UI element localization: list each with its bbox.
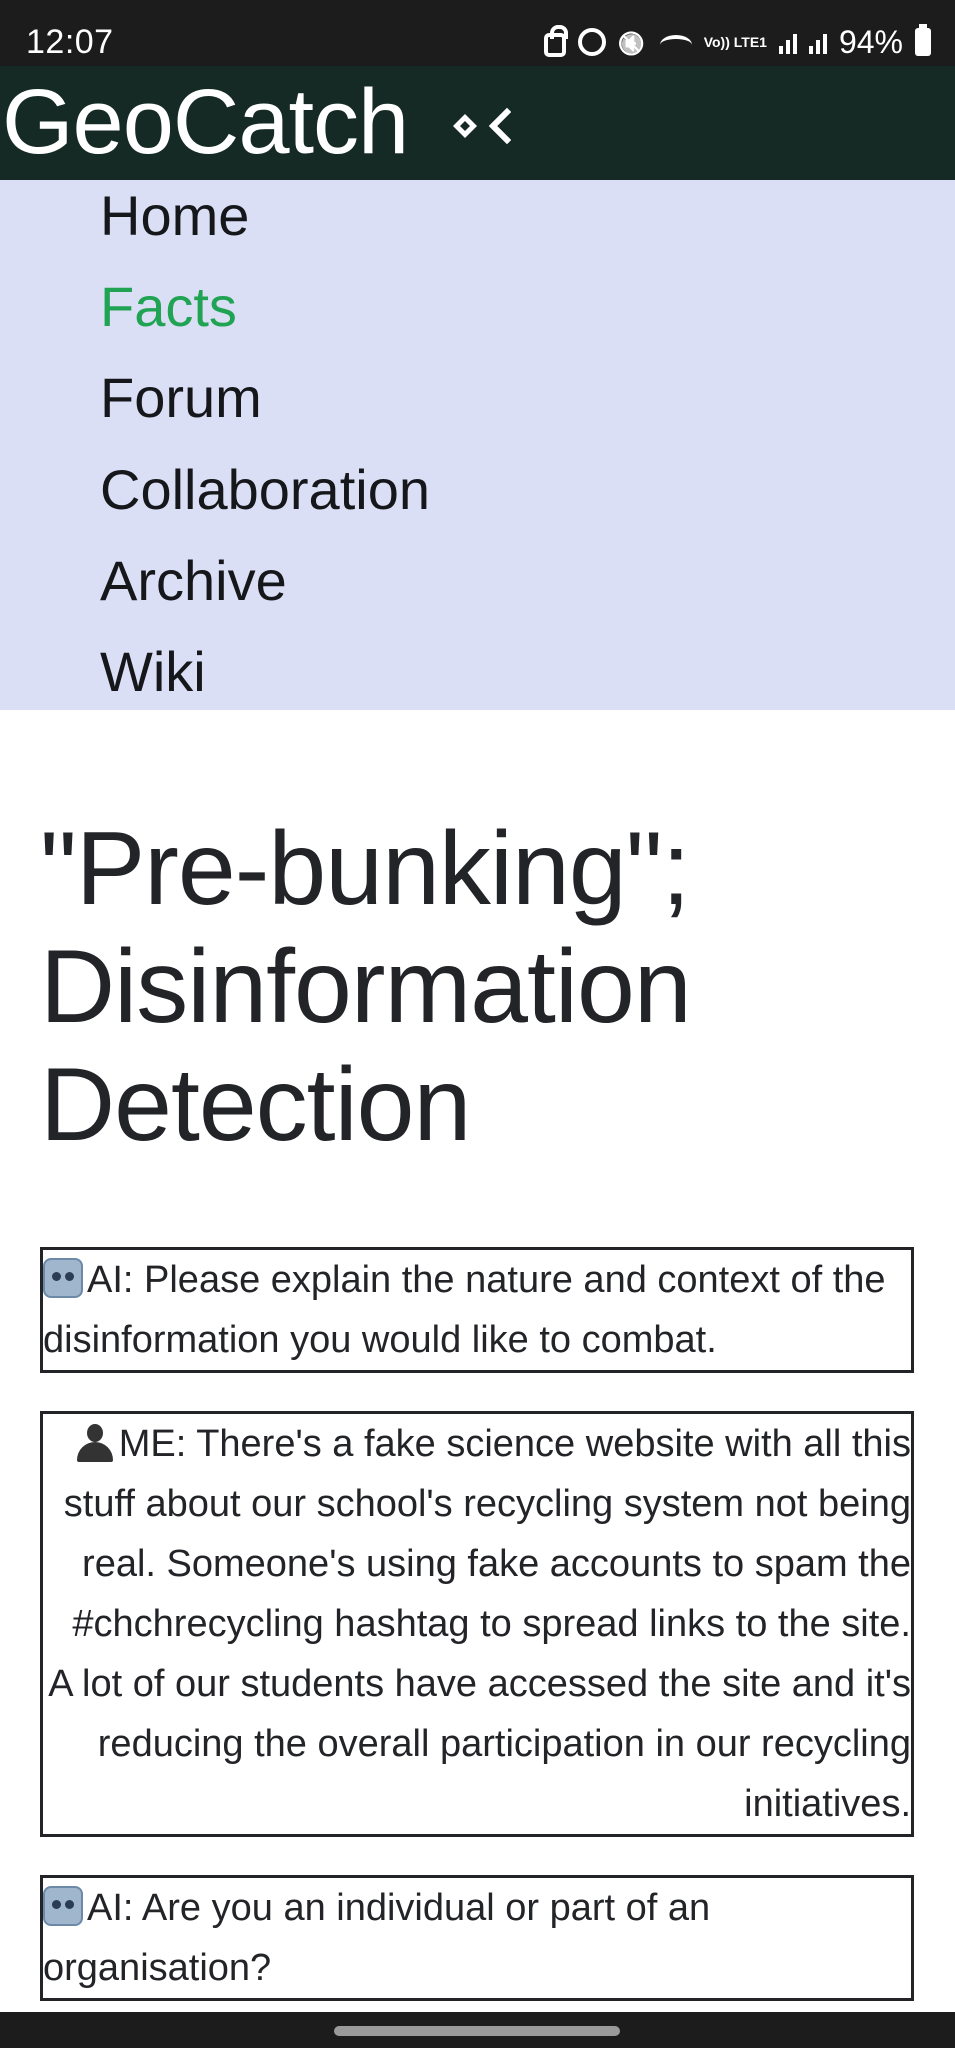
chat-message-ai: AI: Are you an individual or part of an … — [40, 1875, 914, 2001]
lock-icon — [543, 25, 568, 57]
message-text: AI: Please explain the nature and contex… — [43, 1259, 886, 1361]
status-time: 12:07 — [26, 23, 114, 61]
battery-percent: 94% — [838, 24, 903, 60]
battery-icon — [915, 24, 931, 56]
person-icon — [75, 1422, 115, 1462]
site-title[interactable]: GeoCatch — [2, 70, 409, 174]
home-gesture-handle[interactable] — [334, 2026, 620, 2036]
nav-item-facts[interactable]: Facts — [100, 272, 237, 342]
nav-item-wiki[interactable]: Wiki — [100, 637, 206, 707]
gesture-bar — [0, 2012, 955, 2048]
nav-item-forum[interactable]: Forum — [100, 363, 262, 433]
status-icons: Vo)) LTE1 94% — [543, 22, 931, 62]
mute-icon — [618, 27, 648, 57]
robot-icon — [43, 1258, 83, 1298]
main-nav — [0, 180, 955, 710]
network-label: Vo)) LTE1 — [703, 33, 767, 50]
signal-icon-2 — [808, 30, 827, 54]
robot-icon — [43, 1886, 83, 1926]
signal-icon — [778, 30, 797, 54]
status-bar: 12:07 Vo)) LTE1 94% — [0, 0, 955, 66]
nav-item-archive[interactable]: Archive — [100, 546, 287, 616]
nav-item-home-link[interactable]: Home — [100, 181, 249, 251]
message-text: AI: Are you an individual or part of an … — [43, 1887, 711, 1989]
wifi-icon — [659, 35, 692, 55]
chat-message-me: ME: There's a fake science website with … — [40, 1411, 914, 1837]
chevron-diamond-icon[interactable] — [451, 106, 511, 146]
page-title: "Pre-bunking"; Disinformation Detection — [40, 811, 692, 1163]
chat-message-ai: AI: Please explain the nature and contex… — [40, 1247, 914, 1373]
alarm-icon — [577, 28, 606, 56]
message-text: ME: There's a fake science website with … — [48, 1423, 911, 1825]
nav-item-collaboration[interactable]: Collaboration — [100, 455, 430, 525]
